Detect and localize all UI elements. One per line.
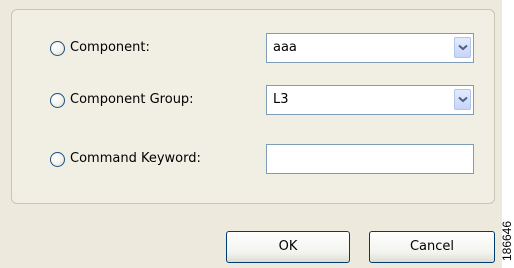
component-radio[interactable] bbox=[50, 41, 65, 56]
component-dropdown[interactable]: aaa bbox=[266, 33, 474, 63]
component-group-dropdown[interactable]: L3 bbox=[266, 85, 474, 115]
component-row: Component: aaa bbox=[12, 33, 494, 65]
component-label: Component: bbox=[70, 40, 150, 55]
command-keyword-row: Command Keyword: bbox=[12, 144, 494, 176]
figure-number-text: 186646 bbox=[499, 220, 514, 262]
figure-number: 186646 bbox=[499, 214, 514, 268]
command-keyword-label: Command Keyword: bbox=[70, 151, 201, 166]
component-group-row: Component Group: L3 bbox=[12, 85, 494, 117]
chevron-down-icon bbox=[458, 44, 468, 51]
component-group-label: Component Group: bbox=[70, 92, 194, 107]
component-group-radio[interactable] bbox=[50, 93, 65, 108]
component-dropdown-button[interactable] bbox=[454, 37, 471, 58]
ok-button[interactable]: OK bbox=[226, 231, 350, 263]
command-keyword-radio[interactable] bbox=[50, 152, 65, 167]
options-group: Component: aaa Component Group: L3 Comma… bbox=[11, 9, 495, 204]
component-dropdown-value: aaa bbox=[273, 40, 297, 55]
chevron-down-icon bbox=[458, 96, 468, 103]
component-group-dropdown-button[interactable] bbox=[454, 89, 471, 110]
cancel-button[interactable]: Cancel bbox=[369, 231, 495, 263]
search-options-dialog: Component: aaa Component Group: L3 Comma… bbox=[0, 0, 502, 268]
component-group-dropdown-value: L3 bbox=[273, 92, 289, 107]
command-keyword-input[interactable] bbox=[266, 144, 474, 174]
